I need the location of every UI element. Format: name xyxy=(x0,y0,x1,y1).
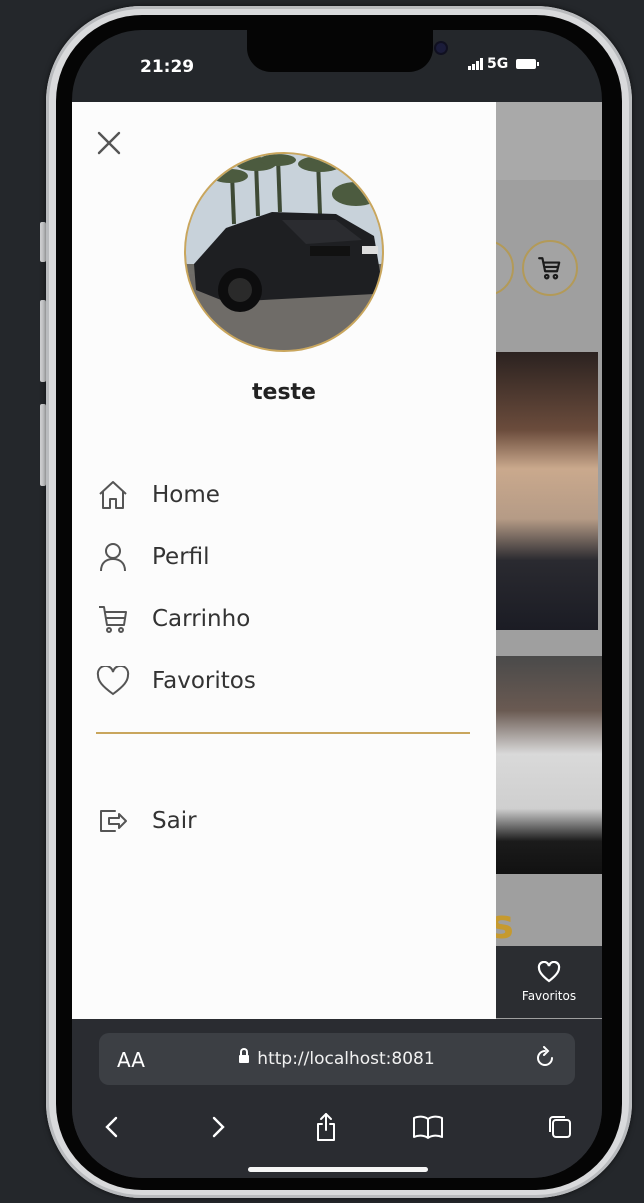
drawer-menu: Home Perfil Carrinho Favoritos xyxy=(96,464,256,712)
menu-item-favoritos[interactable]: Favoritos xyxy=(96,650,256,712)
tab-favoritos: Favoritos xyxy=(496,946,602,1018)
share-button[interactable] xyxy=(306,1107,346,1147)
battery-icon xyxy=(516,59,540,69)
share-icon xyxy=(317,1113,335,1141)
address-bar[interactable]: AA http://localhost:8081 xyxy=(99,1033,575,1085)
forward-button[interactable] xyxy=(198,1107,238,1147)
notch xyxy=(247,30,446,72)
logout-button[interactable]: Sair xyxy=(96,790,197,852)
menu-item-perfil[interactable]: Perfil xyxy=(96,526,256,588)
heart-icon xyxy=(537,961,561,983)
network-type: 5G xyxy=(487,56,509,72)
user-name: teste xyxy=(252,380,316,405)
avatar-car-image xyxy=(186,154,382,350)
browser-toolbar: AA http://localhost:8081 xyxy=(72,1019,602,1178)
bookmarks-button[interactable] xyxy=(408,1107,448,1147)
back-button[interactable] xyxy=(92,1107,132,1147)
lock-icon xyxy=(239,1048,250,1063)
logout-icon xyxy=(96,804,130,838)
avatar[interactable] xyxy=(184,152,384,352)
signal-icon xyxy=(468,58,483,70)
product-photo xyxy=(496,352,598,630)
tabs-icon xyxy=(549,1116,571,1138)
background-cart-button xyxy=(522,240,578,296)
chevron-left-icon xyxy=(105,1116,118,1138)
status-time: 21:29 xyxy=(140,57,195,77)
url-text: http://localhost:8081 xyxy=(257,1049,435,1069)
user-icon xyxy=(96,540,130,574)
url-display[interactable]: http://localhost:8081 xyxy=(99,1048,575,1069)
product-photo xyxy=(496,656,602,874)
menu-item-label: Perfil xyxy=(152,544,210,570)
book-icon xyxy=(413,1115,443,1139)
reload-button[interactable] xyxy=(533,1046,557,1070)
tabs-button[interactable] xyxy=(540,1107,580,1147)
home-icon xyxy=(96,478,130,512)
reload-icon xyxy=(537,1046,553,1066)
camera-icon xyxy=(436,43,446,53)
menu-item-label: Home xyxy=(152,482,220,508)
menu-item-label: Favoritos xyxy=(152,668,256,694)
heart-icon xyxy=(96,664,130,698)
menu-divider xyxy=(96,732,470,734)
cart-icon xyxy=(538,257,561,280)
tab-label: Favoritos xyxy=(521,989,577,1003)
browser-nav-row xyxy=(72,1107,602,1147)
cart-icon xyxy=(96,602,130,636)
chevron-right-icon xyxy=(212,1116,225,1138)
logout-label: Sair xyxy=(152,808,197,834)
phone-screen: 21:29 5G s Favoritos teste Home Perfil C… xyxy=(72,30,602,1178)
menu-item-label: Carrinho xyxy=(152,606,251,632)
close-button[interactable] xyxy=(94,128,124,158)
home-indicator[interactable] xyxy=(248,1167,428,1172)
menu-item-home[interactable]: Home xyxy=(96,464,256,526)
menu-item-carrinho[interactable]: Carrinho xyxy=(96,588,256,650)
status-indicators: 5G xyxy=(468,56,540,72)
side-drawer: teste Home Perfil Carrinho Favoritos Sai… xyxy=(72,102,496,1019)
close-icon xyxy=(97,131,121,155)
